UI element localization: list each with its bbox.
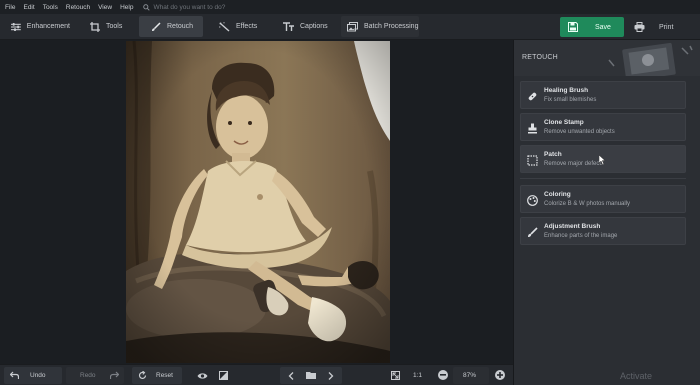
undo-icon (10, 371, 19, 379)
tab-enhancement-label: Enhancement (26, 23, 70, 30)
patch-icon (527, 155, 538, 166)
save-button[interactable]: Save (560, 17, 624, 37)
vintage-photo (126, 41, 390, 363)
reset-label: Reset (156, 372, 173, 379)
tool-title: Adjustment Brush (544, 223, 601, 230)
reset-button[interactable]: Reset (132, 367, 182, 384)
actual-size-button[interactable]: 1:1 (413, 368, 422, 383)
panel-header: RETOUCH (514, 40, 700, 76)
print-button[interactable]: Print (630, 17, 690, 37)
crop-icon (90, 21, 100, 32)
navigation-group (280, 367, 342, 384)
mouse-cursor-icon (599, 155, 606, 165)
stamp-icon (528, 123, 537, 134)
tool-title: Coloring (544, 191, 571, 198)
menu-view[interactable]: View (94, 4, 116, 11)
tab-tools[interactable]: Tools (86, 16, 134, 37)
tool-title: Patch (544, 151, 562, 158)
print-label: Print (659, 23, 674, 31)
palette-icon (527, 195, 538, 206)
reset-icon (138, 371, 147, 379)
tab-enhancement[interactable]: Enhancement (6, 16, 70, 37)
activation-watermark: Activate (620, 371, 653, 381)
redo-button[interactable]: Redo (66, 367, 124, 384)
search-placeholder: What do you want to do? (153, 3, 226, 11)
undo-label: Undo (30, 372, 46, 379)
zoom-field[interactable]: 87% (453, 367, 489, 384)
save-label: Save (595, 23, 611, 31)
folder-icon[interactable] (306, 371, 316, 379)
tool-description: Colorize B & W photos manually (544, 201, 631, 207)
brush-icon (528, 227, 538, 237)
tool-clone-stamp[interactable]: Clone Stamp Remove unwanted objects (520, 113, 686, 141)
menu-edit[interactable]: Edit (19, 4, 38, 11)
minus-icon (440, 374, 446, 376)
panel-title: RETOUCH (522, 54, 558, 61)
tool-title: Clone Stamp (544, 119, 584, 126)
tab-batch-processing[interactable]: Batch Processing (341, 16, 419, 37)
tab-captions-label: Captions (300, 23, 328, 30)
tab-effects-label: Effects (236, 23, 258, 30)
tab-tools-label: Tools (106, 23, 123, 30)
zoom-out-button[interactable] (438, 370, 448, 380)
next-arrow-icon[interactable] (328, 372, 334, 380)
bottom-bar: Undo Redo Reset 1:1 87% (0, 364, 513, 385)
search-icon (143, 3, 151, 11)
previous-arrow-icon[interactable] (288, 372, 294, 380)
bandage-icon (528, 92, 537, 101)
tool-description: Enhance parts of the image (544, 233, 618, 239)
tool-adjustment-brush[interactable]: Adjustment Brush Enhance parts of the im… (520, 217, 686, 245)
images-icon (347, 21, 358, 31)
panel-divider (520, 178, 686, 179)
zoom-value: 87% (463, 372, 477, 379)
tab-effects[interactable]: Effects (214, 16, 264, 37)
zoom-in-button[interactable] (495, 370, 505, 380)
menu-retouch[interactable]: Retouch (62, 4, 94, 11)
tool-patch[interactable]: Patch Remove major defects (520, 145, 686, 173)
fit-screen-icon[interactable] (391, 371, 400, 380)
menu-tools[interactable]: Tools (39, 4, 62, 11)
tool-description: Fix small blemishes (544, 97, 597, 103)
tool-coloring[interactable]: Coloring Colorize B & W photos manually (520, 185, 686, 213)
floppy-icon (568, 22, 578, 32)
main-toolbar: Enhancement Tools Retouch Effects Captio… (0, 14, 700, 40)
undo-button[interactable]: Undo (4, 367, 62, 384)
brush-icon (152, 21, 161, 31)
search-box[interactable]: What do you want to do? (143, 4, 225, 11)
tool-healing-brush[interactable]: Healing Brush Fix small blemishes (520, 81, 686, 109)
menu-help[interactable]: Help (116, 4, 137, 11)
printer-icon (634, 22, 645, 32)
text-icon (283, 21, 294, 31)
redo-icon (110, 371, 119, 379)
magic-wand-icon (219, 21, 230, 32)
compare-icon[interactable] (219, 371, 228, 380)
tool-description: Remove unwanted objects (544, 129, 615, 135)
tool-description: Remove major defects (544, 161, 605, 167)
sliders-icon (11, 22, 21, 31)
redo-label: Redo (80, 372, 96, 379)
tool-title: Healing Brush (544, 87, 589, 94)
tab-retouch-label: Retouch (167, 23, 194, 30)
image-canvas[interactable] (0, 40, 513, 364)
menu-bar: File Edit Tools Retouch View Help What d… (0, 0, 700, 14)
tab-captions[interactable]: Captions (277, 16, 329, 37)
plus-icon (497, 372, 503, 378)
menu-file[interactable]: File (0, 4, 19, 11)
tab-batch-processing-label: Batch Processing (364, 23, 419, 30)
eye-icon[interactable] (197, 372, 208, 380)
photo-image (126, 41, 390, 363)
tab-retouch[interactable]: Retouch (139, 16, 203, 37)
